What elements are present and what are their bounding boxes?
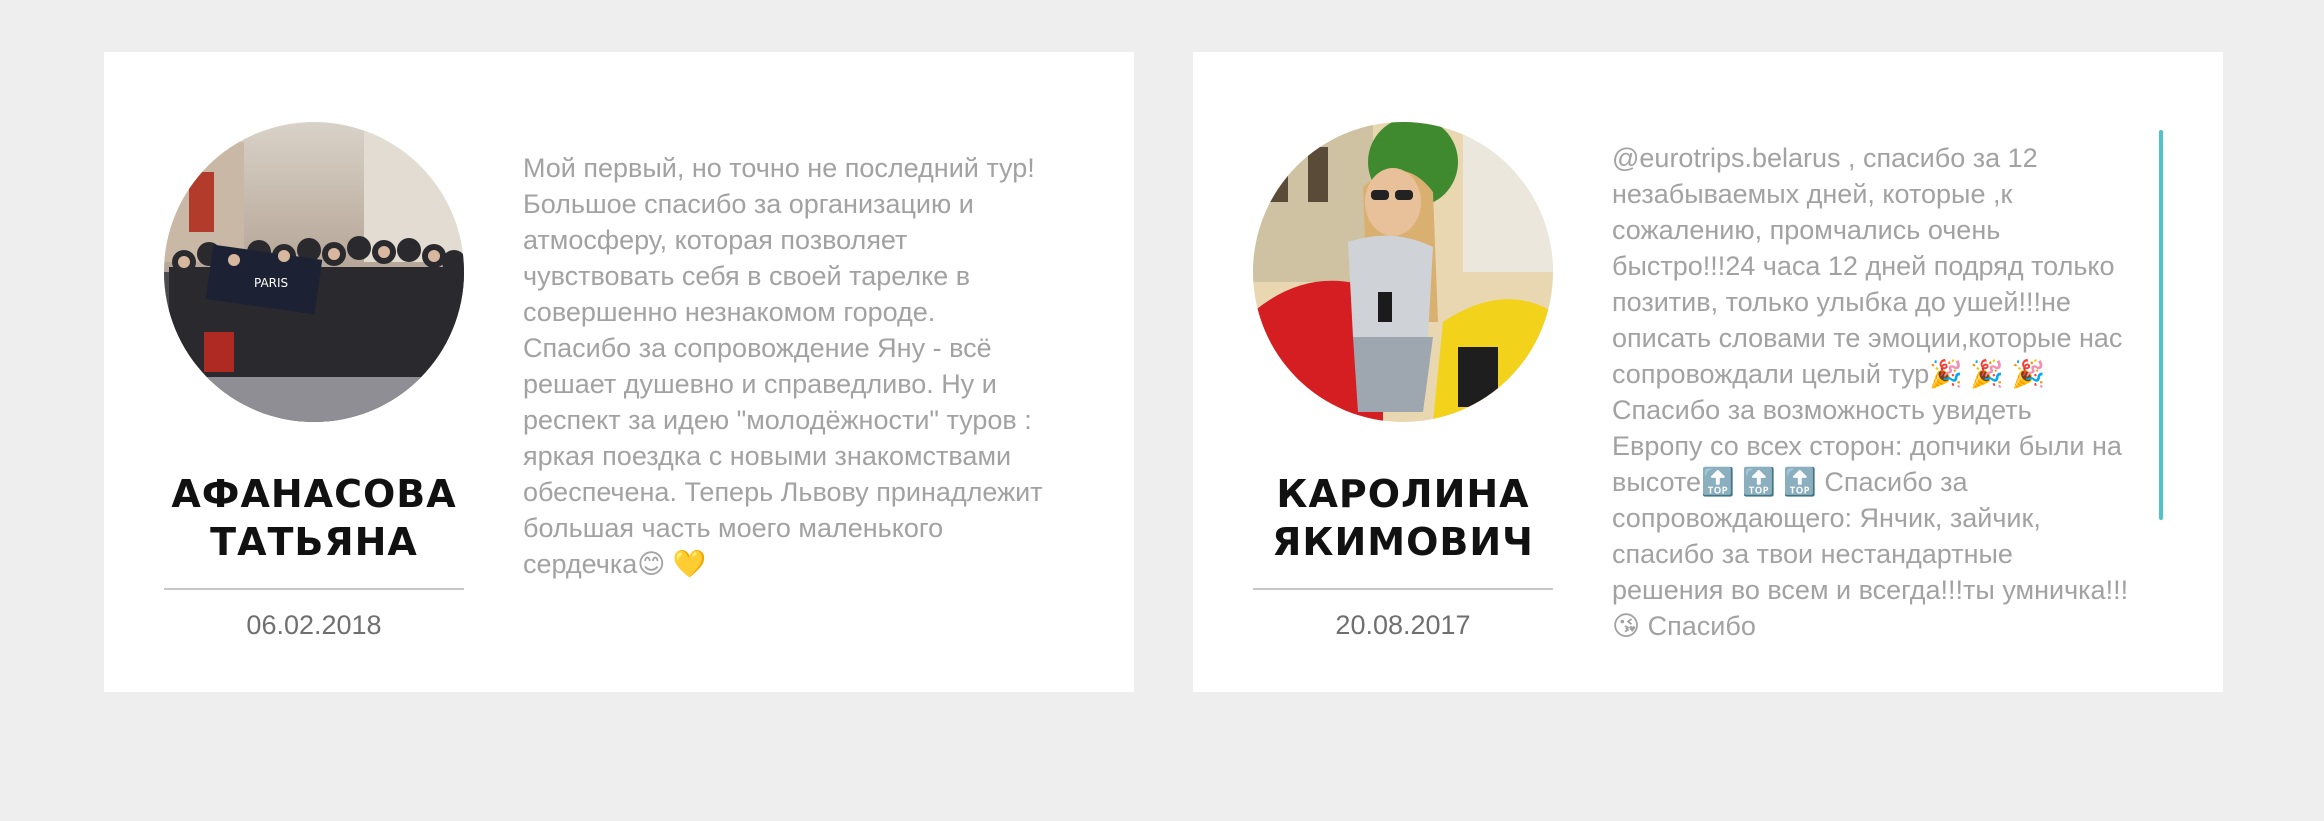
review-text: Мой первый, но точно не последний тур! Б… bbox=[523, 153, 1043, 579]
divider bbox=[164, 588, 464, 590]
reviewer-name: АФАНАСОВА ТАТЬЯНА bbox=[171, 472, 457, 564]
scrollbar[interactable] bbox=[2159, 130, 2163, 520]
review-date: 20.08.2017 bbox=[1335, 610, 1471, 640]
review-card: PARIS АФАНАСОВА ТАТЬЯНА 06.02.2018 Мой п… bbox=[104, 52, 1134, 692]
review-date: 06.02.2018 bbox=[246, 610, 382, 640]
review-text: @eurotrips.belarus , спасибо за 12 незаб… bbox=[1612, 143, 2129, 641]
review-card: КАРОЛИНА ЯКИМОВИЧ 20.08.2017 @eurotrips.… bbox=[1193, 52, 2223, 692]
svg-text:PARIS: PARIS bbox=[254, 276, 288, 290]
group-photo-image: PARIS bbox=[164, 122, 464, 422]
reviewer-photo: PARIS bbox=[164, 122, 464, 422]
reviewer-photo bbox=[1253, 122, 1553, 422]
portrait-photo-image bbox=[1253, 122, 1553, 422]
review-scroll-area[interactable]: @eurotrips.belarus , спасибо за 12 незаб… bbox=[1612, 140, 2212, 662]
divider bbox=[1253, 588, 1553, 590]
reviewer-name: КАРОЛИНА ЯКИМОВИЧ bbox=[1272, 472, 1534, 564]
